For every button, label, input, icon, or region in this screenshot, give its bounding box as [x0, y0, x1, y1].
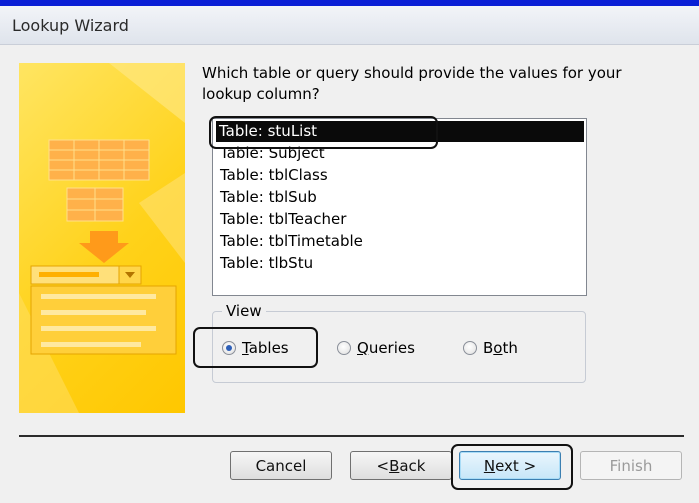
- list-item[interactable]: Table: tblTimetable: [217, 231, 366, 252]
- back-label-rest: ack: [399, 456, 426, 475]
- radio-both-label: Both: [483, 339, 518, 357]
- lookup-illustration-icon: [19, 63, 185, 413]
- highlight-next-button: [451, 444, 573, 490]
- dialog-body: Which table or query should provide the …: [0, 45, 699, 503]
- list-item[interactable]: Table: tlbStu: [217, 253, 316, 274]
- cancel-button[interactable]: Cancel: [230, 451, 332, 480]
- radio-queries-label: Queries: [357, 339, 415, 357]
- radio-unchecked-icon: [337, 341, 351, 355]
- view-legend: View: [222, 302, 266, 320]
- radio-queries[interactable]: Queries: [337, 339, 415, 357]
- list-item[interactable]: Table: tblClass: [217, 165, 331, 186]
- back-button[interactable]: < Back: [350, 451, 452, 480]
- highlight-tables-option: [193, 327, 318, 368]
- list-item[interactable]: Table: tblSub: [217, 187, 320, 208]
- list-item[interactable]: Table: tblTeacher: [217, 209, 349, 230]
- window-title: Lookup Wizard: [12, 16, 129, 35]
- wizard-question: Which table or query should provide the …: [202, 64, 622, 103]
- radio-both[interactable]: Both: [463, 339, 518, 357]
- title-bar[interactable]: Lookup Wizard: [0, 6, 699, 45]
- wizard-illustration: [19, 63, 185, 413]
- finish-button[interactable]: Finish: [580, 451, 682, 480]
- back-accesskey: B: [389, 456, 400, 475]
- footer-separator: [19, 435, 684, 437]
- radio-unchecked-icon: [463, 341, 477, 355]
- back-prefix: <: [376, 456, 390, 475]
- highlight-selected-item: [209, 116, 438, 149]
